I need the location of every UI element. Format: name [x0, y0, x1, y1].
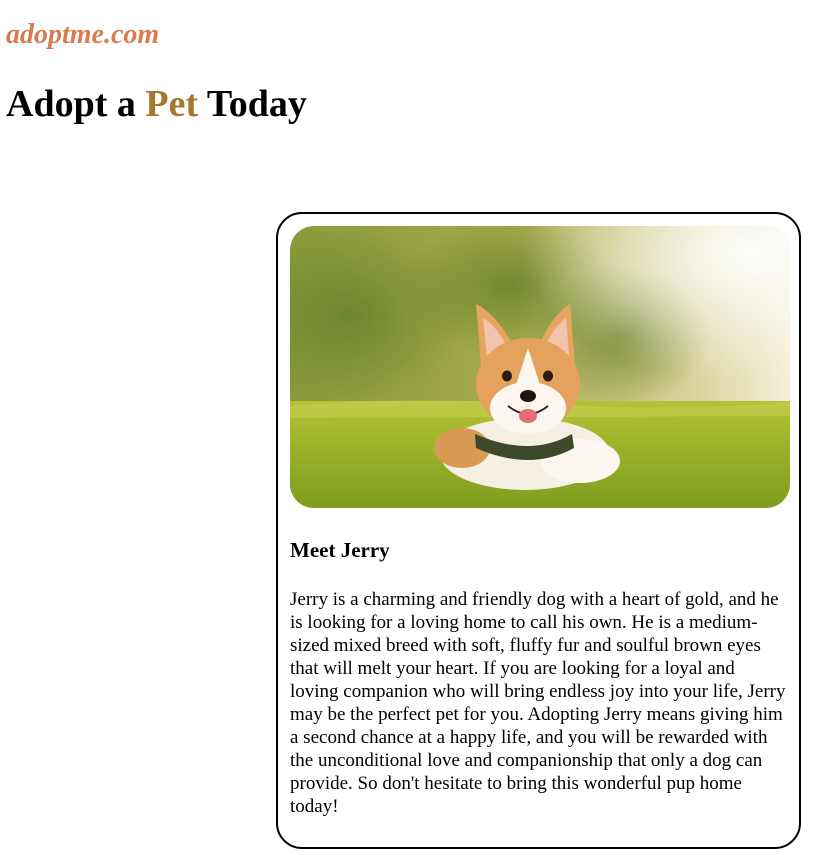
page-title: Adopt a Pet Today — [6, 82, 307, 128]
pet-description: Jerry is a charming and friendly dog wit… — [290, 589, 786, 817]
brand-link[interactable]: adoptme.com — [6, 18, 159, 52]
pet-card: Meet Jerry Jerry is a charming and frien… — [276, 212, 801, 849]
page-title-accent: Pet — [145, 83, 199, 125]
page-title-end: Today — [198, 83, 307, 125]
page-title-start: Adopt a — [6, 83, 146, 125]
corgi-photo-icon — [290, 226, 790, 508]
pet-name-heading: Meet Jerry — [290, 538, 390, 562]
pet-photo — [290, 226, 790, 508]
